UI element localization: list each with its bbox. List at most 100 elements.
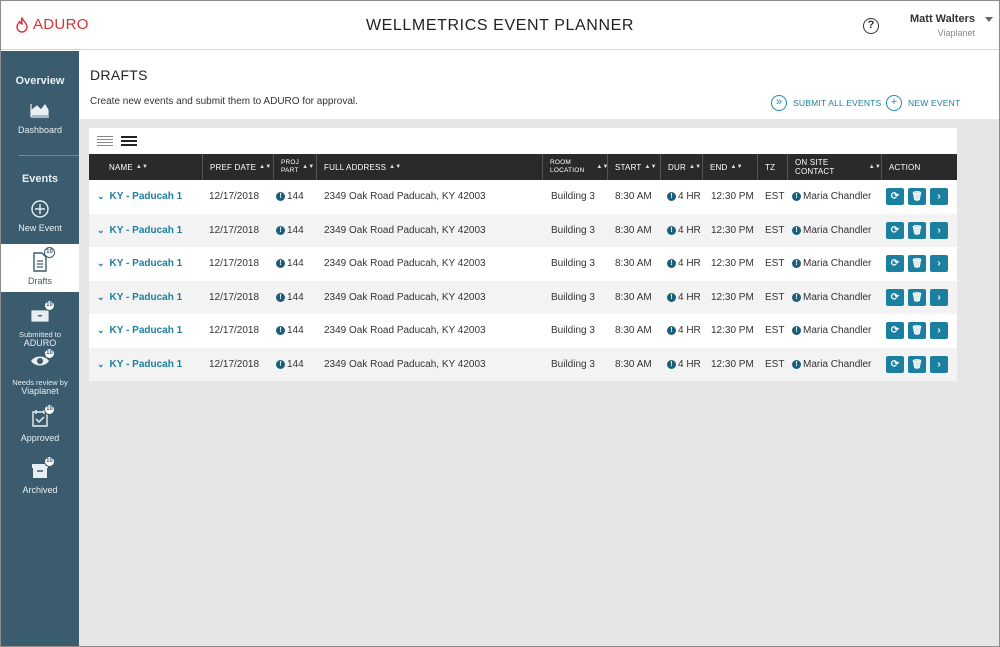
chevron-down-icon[interactable]: ⌄ bbox=[97, 258, 105, 269]
event-name-cell[interactable]: ⌄ KY - Paducah 1 bbox=[97, 281, 182, 314]
header-label: DUR bbox=[668, 162, 686, 172]
event-name-cell[interactable]: ⌄ KY - Paducah 1 bbox=[97, 214, 182, 247]
open-button[interactable]: › bbox=[930, 222, 948, 239]
info-icon[interactable]: ! bbox=[276, 360, 285, 369]
column-header-end[interactable]: END ▲▼ bbox=[702, 154, 757, 180]
open-button[interactable]: › bbox=[930, 356, 948, 373]
chevron-down-icon[interactable]: ⌄ bbox=[97, 292, 105, 303]
refresh-button[interactable]: ⟳ bbox=[886, 322, 904, 339]
help-icon[interactable]: ? bbox=[863, 18, 879, 34]
user-menu[interactable]: Matt Walters Viaplanet bbox=[910, 13, 975, 38]
column-header-start[interactable]: START ▲▼ bbox=[607, 154, 660, 180]
refresh-button[interactable]: ⟳ bbox=[886, 356, 904, 373]
open-button[interactable]: › bbox=[930, 188, 948, 205]
info-icon[interactable]: ! bbox=[792, 192, 801, 201]
refresh-button[interactable]: ⟳ bbox=[886, 255, 904, 272]
column-header-room-location[interactable]: ROOM LOCATION ▲▼ bbox=[542, 154, 608, 180]
info-icon[interactable]: ! bbox=[276, 326, 285, 335]
trash-icon: 🗑 bbox=[911, 292, 923, 302]
submit-all-events-button[interactable]: » SUBMIT ALL EVENTS bbox=[771, 95, 881, 111]
refresh-button[interactable]: ⟳ bbox=[886, 188, 904, 205]
info-icon[interactable]: ! bbox=[276, 259, 285, 268]
open-button[interactable]: › bbox=[930, 255, 948, 272]
header-label-line: PART bbox=[281, 167, 299, 174]
info-icon[interactable]: ! bbox=[667, 293, 676, 302]
column-header-proj-part[interactable]: PROJ PART ▲▼ bbox=[273, 154, 316, 180]
event-name-link[interactable]: KY - Paducah 1 bbox=[110, 191, 183, 202]
delete-button[interactable]: 🗑 bbox=[908, 289, 926, 306]
column-header-contact[interactable]: ON SITE CONTACT ▲▼ bbox=[787, 154, 881, 180]
sidebar-item-new-event[interactable]: New Event bbox=[1, 199, 79, 239]
open-button[interactable]: › bbox=[930, 322, 948, 339]
delete-button[interactable]: 🗑 bbox=[908, 188, 926, 205]
info-icon[interactable]: ! bbox=[667, 360, 676, 369]
duration-value: 4 HR bbox=[678, 258, 701, 269]
column-header-address[interactable]: FULL ADDRESS ▲▼ bbox=[316, 154, 542, 180]
info-icon[interactable]: ! bbox=[276, 226, 285, 235]
event-name-link[interactable]: KY - Paducah 1 bbox=[110, 292, 183, 303]
info-icon[interactable]: ! bbox=[792, 226, 801, 235]
table-row[interactable]: ⌄ KY - Paducah 1 12/17/2018! 144 2349 Oak Ro… bbox=[89, 281, 957, 314]
info-icon[interactable]: ! bbox=[667, 192, 676, 201]
compact-view-icon[interactable] bbox=[97, 134, 113, 148]
chevron-down-icon[interactable]: ⌄ bbox=[97, 359, 105, 370]
event-name-link[interactable]: KY - Paducah 1 bbox=[110, 325, 183, 336]
list-view-icon[interactable] bbox=[121, 134, 137, 148]
info-icon[interactable]: ! bbox=[276, 192, 285, 201]
column-header-name[interactable]: NAME ▲▼ bbox=[89, 154, 202, 180]
flame-icon bbox=[16, 16, 28, 33]
event-name-link[interactable]: KY - Paducah 1 bbox=[110, 225, 183, 236]
proj-part-value: 144 bbox=[287, 292, 304, 303]
column-header-dur[interactable]: DUR ▲▼ bbox=[660, 154, 702, 180]
duration-cell: ! 4 HR bbox=[667, 281, 701, 314]
sidebar-item-needs-review[interactable]: 10 Needs review by Viaplanet bbox=[1, 348, 79, 396]
info-icon[interactable]: ! bbox=[667, 226, 676, 235]
table-header: NAME ▲▼ PREF DATE ▲▼ PROJ PART ▲▼ FULL ADD… bbox=[89, 154, 957, 180]
event-name-cell[interactable]: ⌄ KY - Paducah 1 bbox=[97, 247, 182, 280]
sidebar-item-archived[interactable]: 10 Archived bbox=[1, 456, 79, 497]
aduro-logo[interactable]: ADURO bbox=[15, 16, 89, 33]
delete-button[interactable]: 🗑 bbox=[908, 356, 926, 373]
chevron-down-icon[interactable]: ⌄ bbox=[97, 191, 105, 202]
event-name-link[interactable]: KY - Paducah 1 bbox=[110, 359, 183, 370]
info-icon[interactable]: ! bbox=[276, 293, 285, 302]
refresh-button[interactable]: ⟳ bbox=[886, 289, 904, 306]
delete-button[interactable]: 🗑 bbox=[908, 222, 926, 239]
logo-text: ADURO bbox=[33, 16, 89, 33]
chevron-down-icon[interactable]: ⌄ bbox=[97, 325, 105, 336]
column-header-pref-date[interactable]: PREF DATE ▲▼ bbox=[202, 154, 273, 180]
info-icon[interactable]: ! bbox=[667, 259, 676, 268]
info-icon[interactable]: ! bbox=[792, 259, 801, 268]
sidebar-item-dashboard[interactable]: Dashboard bbox=[1, 101, 79, 141]
event-name-cell[interactable]: ⌄ KY - Paducah 1 bbox=[97, 348, 182, 381]
end-cell: 12:30 PM bbox=[711, 258, 754, 269]
user-menu-caret-icon[interactable] bbox=[985, 17, 993, 22]
delete-button[interactable]: 🗑 bbox=[908, 322, 926, 339]
address-cell: 2349 Oak Road Paducah, KY 42003 bbox=[324, 191, 486, 202]
event-name-cell[interactable]: ⌄ KY - Paducah 1 bbox=[97, 314, 182, 347]
info-icon[interactable]: ! bbox=[792, 293, 801, 302]
event-name-cell[interactable]: ⌄ KY - Paducah 1 bbox=[97, 180, 182, 213]
table-row[interactable]: ⌄ KY - Paducah 1 12/17/2018! 144 2349 Oak Ro… bbox=[89, 214, 957, 247]
table-row[interactable]: ⌄ KY - Paducah 1 12/17/2018! 144 2349 Oak Ro… bbox=[89, 180, 957, 213]
contact-cell: ! Maria Chandler bbox=[792, 247, 871, 280]
delete-button[interactable]: 🗑 bbox=[908, 255, 926, 272]
info-icon[interactable]: ! bbox=[792, 360, 801, 369]
sidebar-item-approved[interactable]: 10 Approved bbox=[1, 404, 79, 445]
open-button[interactable]: › bbox=[930, 289, 948, 306]
event-name-link[interactable]: KY - Paducah 1 bbox=[110, 258, 183, 269]
refresh-button[interactable]: ⟳ bbox=[886, 222, 904, 239]
table-row[interactable]: ⌄ KY - Paducah 1 12/17/2018! 144 2349 Oak Ro… bbox=[89, 247, 957, 280]
sidebar-item-submitted[interactable]: 10 Submitted to ADURO bbox=[1, 300, 79, 348]
table-row[interactable]: ⌄ KY - Paducah 1 12/17/2018! 144 2349 Oak Ro… bbox=[89, 348, 957, 381]
new-event-button[interactable]: + NEW EVENT bbox=[886, 95, 960, 111]
info-icon[interactable]: ! bbox=[792, 326, 801, 335]
chevron-down-icon[interactable]: ⌄ bbox=[97, 225, 105, 236]
sort-icon: ▲▼ bbox=[644, 164, 657, 170]
end-cell: 12:30 PM bbox=[711, 325, 754, 336]
info-icon[interactable]: ! bbox=[667, 326, 676, 335]
table-row[interactable]: ⌄ KY - Paducah 1 12/17/2018! 144 2349 Oak Ro… bbox=[89, 314, 957, 347]
sidebar-item-drafts[interactable]: 10 Drafts bbox=[1, 244, 79, 292]
timezone-cell: EST bbox=[765, 225, 785, 236]
sort-icon: ▲▼ bbox=[730, 164, 743, 170]
